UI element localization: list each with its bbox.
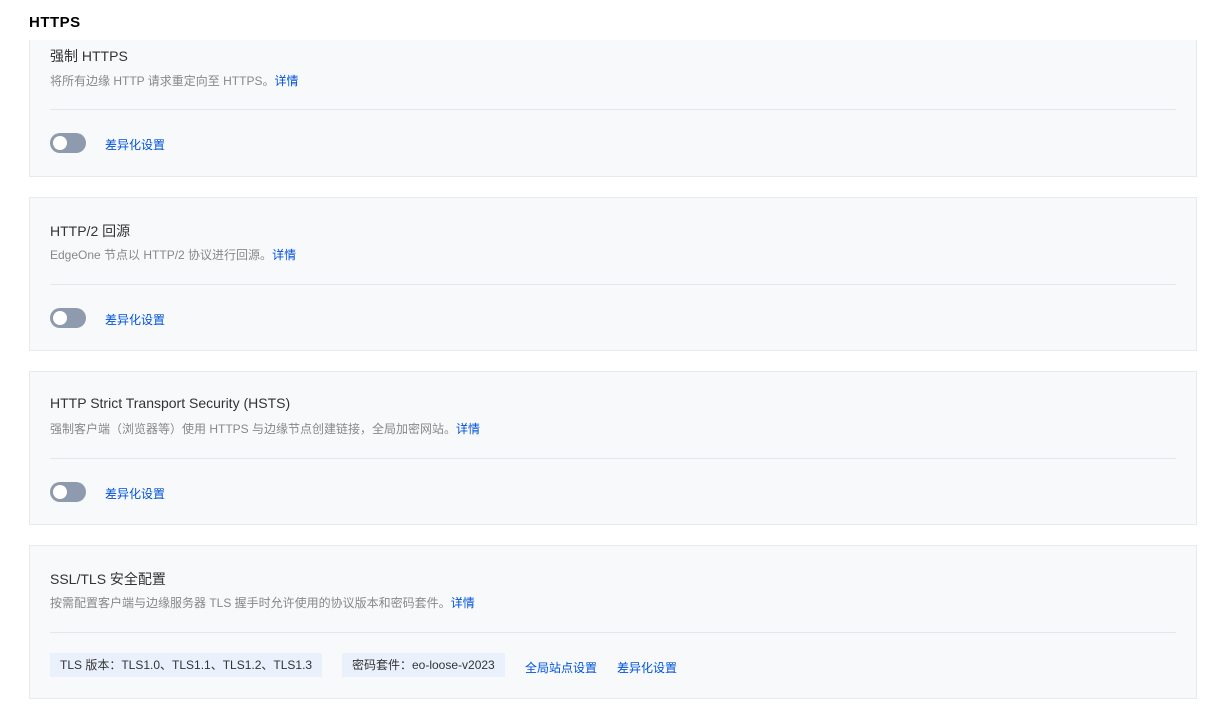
tls-version-tag: TLS 版本：TLS1.0、TLS1.1、TLS1.2、TLS1.3 — [50, 653, 323, 677]
description-text: 将所有边缘 HTTP 请求重定向至 HTTPS。 — [50, 74, 275, 88]
divider — [50, 109, 1176, 110]
global-site-settings-link[interactable]: 全局站点设置 — [525, 659, 597, 676]
cipher-suite-tag: 密码套件：eo-loose-v2023 — [342, 653, 505, 677]
card-description: EdgeOne 节点以 HTTP/2 协议进行回源。详情 — [50, 246, 296, 263]
divider — [50, 284, 1176, 285]
card-title: HTTP/2 回源 — [50, 223, 131, 239]
diff-settings-link[interactable]: 差异化设置 — [105, 485, 165, 502]
description-text: 强制客户端（浏览器等）使用 HTTPS 与边缘节点创建链接，全局加密网站。 — [50, 422, 457, 436]
toggle-knob — [53, 311, 67, 325]
card-description: 按需配置客户端与边缘服务器 TLS 握手时允许使用的协议版本和密码套件。详情 — [50, 594, 475, 611]
divider — [50, 632, 1176, 633]
toggle-knob — [53, 485, 67, 499]
diff-settings-link[interactable]: 差异化设置 — [105, 311, 165, 328]
divider — [50, 458, 1176, 459]
card-description: 将所有边缘 HTTP 请求重定向至 HTTPS。详情 — [50, 72, 298, 89]
detail-link[interactable]: 详情 — [456, 422, 480, 436]
toggle-knob — [53, 136, 67, 150]
card-title: HTTP Strict Transport Security (HSTS) — [50, 395, 291, 411]
diff-settings-link[interactable]: 差异化设置 — [617, 659, 677, 676]
force-https-toggle[interactable] — [50, 133, 86, 153]
detail-link[interactable]: 详情 — [451, 596, 475, 610]
card-title: 强制 HTTPS — [50, 48, 128, 64]
description-text: 按需配置客户端与边缘服务器 TLS 握手时允许使用的协议版本和密码套件。 — [50, 596, 451, 610]
card-http2-origin: HTTP/2 回源 EdgeOne 节点以 HTTP/2 协议进行回源。详情 差… — [29, 197, 1197, 351]
card-hsts: HTTP Strict Transport Security (HSTS) 强制… — [29, 371, 1197, 525]
https-settings-page: HTTPS 强制 HTTPS 将所有边缘 HTTP 请求重定向至 HTTPS。详… — [0, 0, 1206, 704]
card-force-https: 强制 HTTPS 将所有边缘 HTTP 请求重定向至 HTTPS。详情 差异化设… — [29, 40, 1197, 177]
section-title: HTTPS — [29, 14, 81, 31]
detail-link[interactable]: 详情 — [274, 74, 298, 88]
card-ssl-tls: SSL/TLS 安全配置 按需配置客户端与边缘服务器 TLS 握手时允许使用的协… — [29, 545, 1197, 699]
hsts-toggle[interactable] — [50, 482, 86, 502]
description-text: EdgeOne 节点以 HTTP/2 协议进行回源。 — [50, 248, 273, 262]
http2-origin-toggle[interactable] — [50, 308, 86, 328]
detail-link[interactable]: 详情 — [272, 248, 296, 262]
card-title: SSL/TLS 安全配置 — [50, 571, 166, 587]
card-description: 强制客户端（浏览器等）使用 HTTPS 与边缘节点创建链接，全局加密网站。详情 — [50, 420, 480, 437]
diff-settings-link[interactable]: 差异化设置 — [105, 136, 165, 153]
